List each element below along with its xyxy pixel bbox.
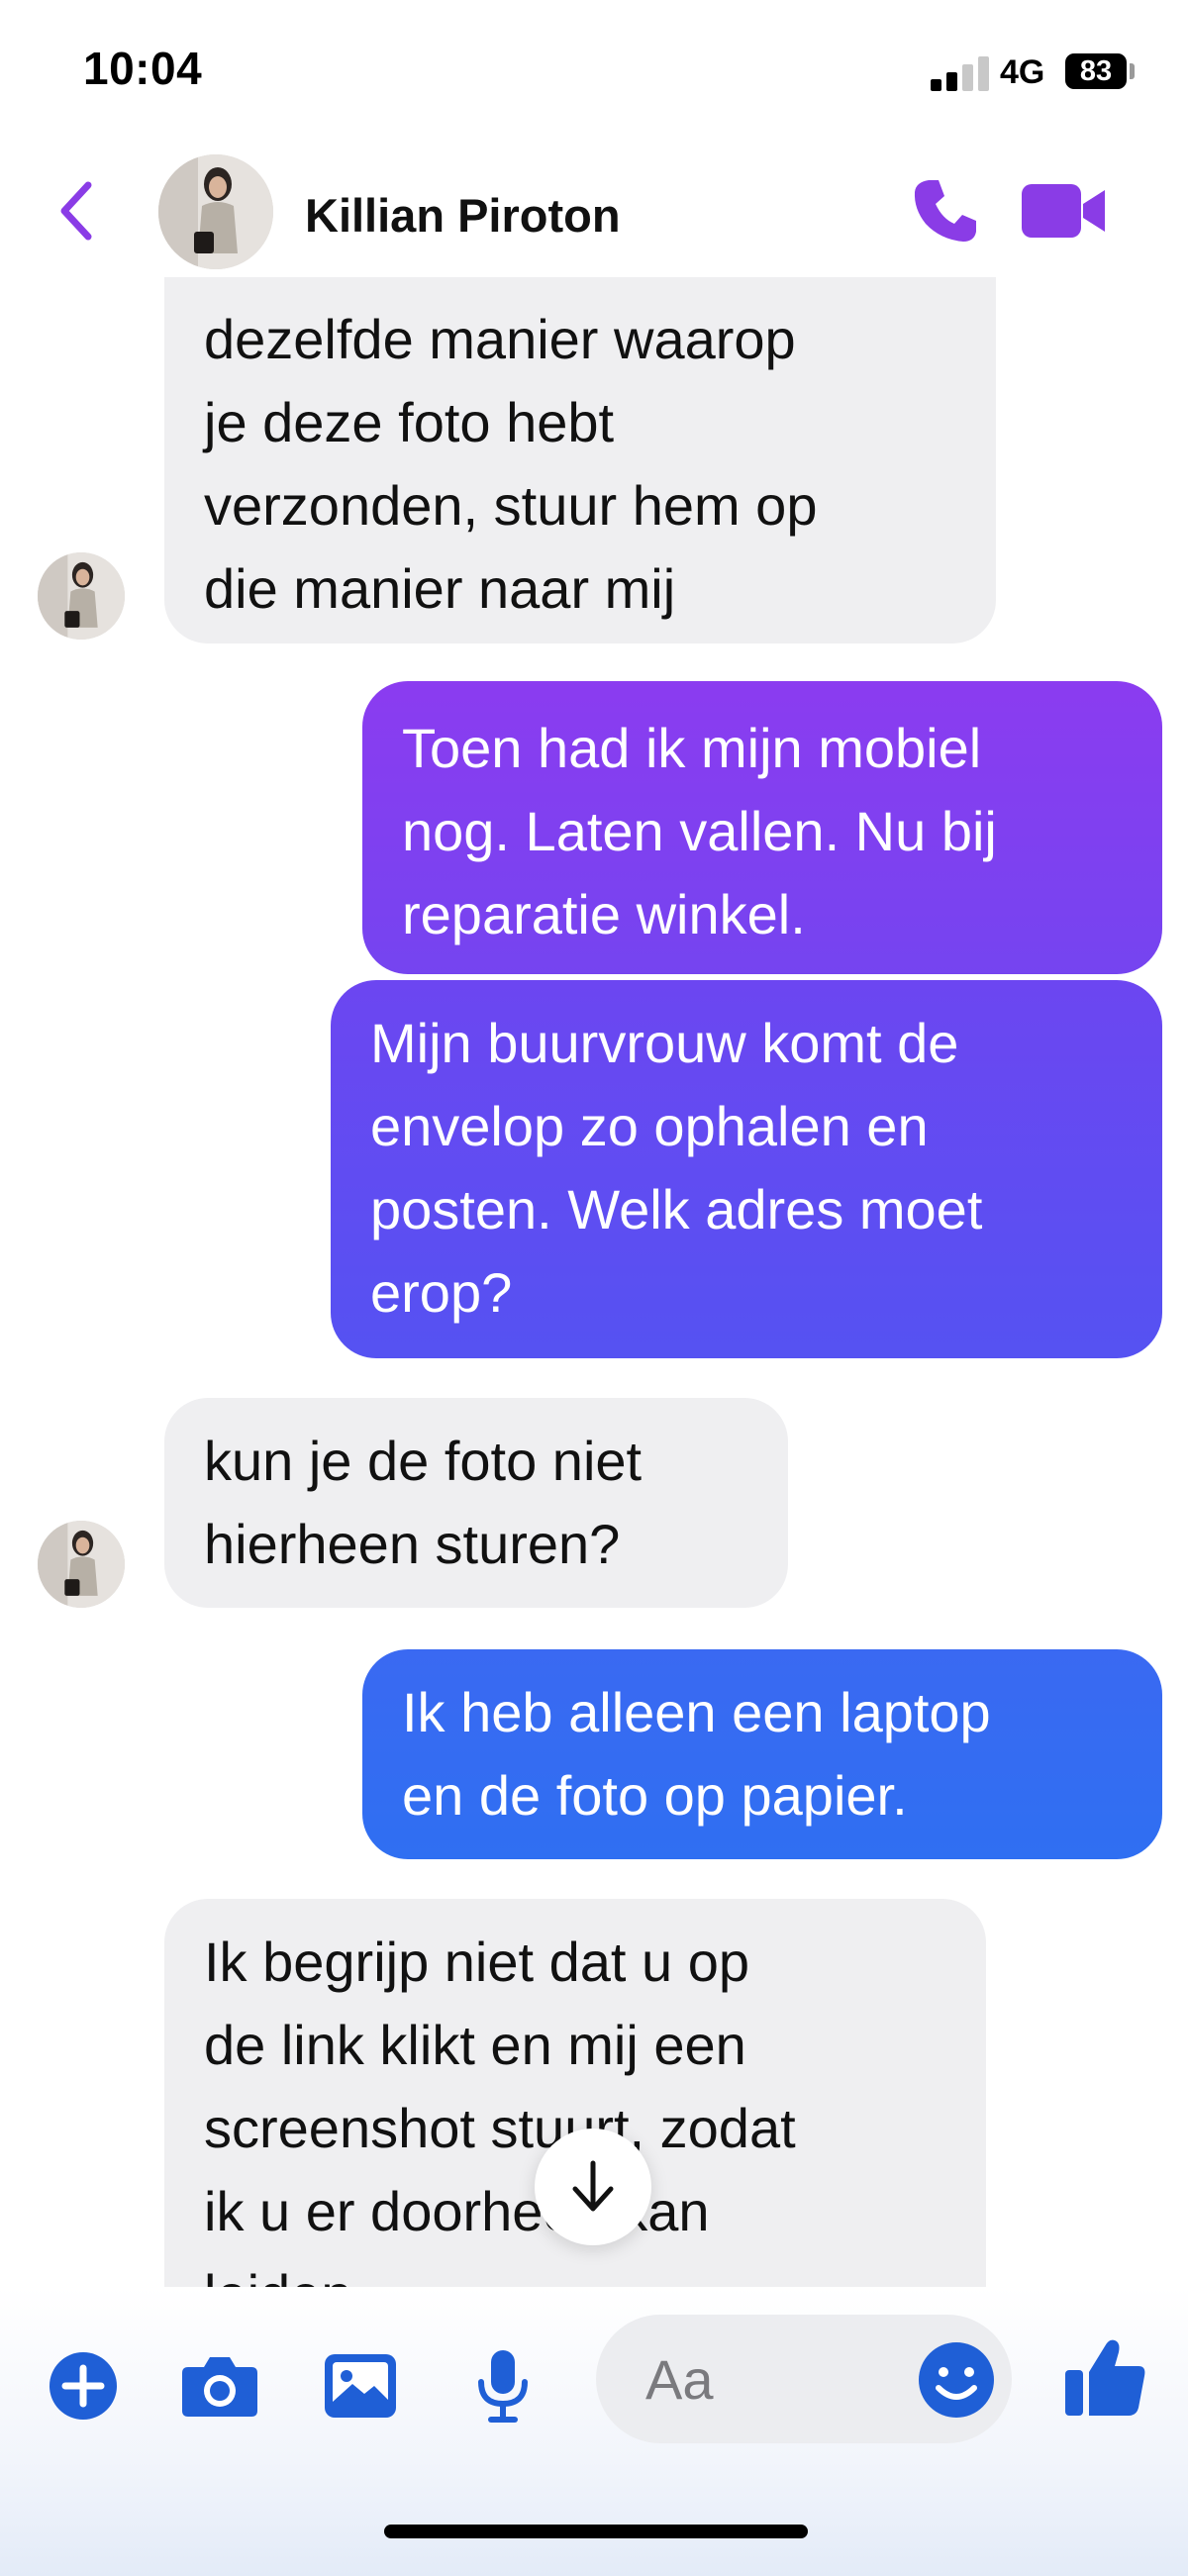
contact-avatar[interactable] [158,154,273,269]
like-button[interactable] [1061,2332,1150,2422]
outgoing-message[interactable]: Toen had ik mijn mobiel nog. Laten valle… [362,681,1162,974]
incoming-message[interactable]: dezelfde manier waarop je deze foto hebt… [164,277,996,644]
camera-icon [182,2357,257,2417]
incoming-message[interactable]: kun je de foto niet hierheen sturen? [164,1398,788,1608]
message-list[interactable]: dezelfde manier waarop je deze foto hebt… [0,277,1188,2287]
avatar-photo [158,154,273,269]
avatar-photo [38,1521,125,1608]
thumbs-up-icon [1065,2339,1145,2416]
audio-call-button[interactable] [909,174,982,248]
network-type: 4G [1000,53,1045,91]
avatar-photo [38,552,125,640]
image-icon [325,2354,396,2418]
voice-message-button[interactable] [461,2344,544,2427]
messenger-chat-screen: 10:04 4G 83 Killian Piroton dezelfde man… [0,0,1188,2576]
status-time: 10:04 [83,43,203,94]
chat-header: Killian Piroton [0,149,1188,277]
outgoing-message[interactable]: Mijn buurvrouw komt de envelop zo ophale… [331,980,1162,1358]
gallery-button[interactable] [319,2344,402,2427]
arrow-down-icon [572,2160,614,2212]
battery-icon: 83 [1065,53,1127,89]
sender-avatar[interactable] [38,552,125,640]
back-button[interactable] [51,174,101,248]
more-actions-button[interactable] [42,2344,125,2427]
home-indicator [384,2525,808,2538]
microphone-icon [478,2350,528,2423]
contact-name[interactable]: Killian Piroton [305,188,621,243]
cellular-signal-icon [931,55,992,91]
composer-bar [0,2287,1188,2576]
camera-button[interactable] [178,2344,261,2427]
video-call-button[interactable] [1020,178,1109,244]
video-camera-icon [1022,184,1105,238]
emoji-button[interactable] [915,2338,998,2422]
scroll-to-bottom-button[interactable] [535,2129,651,2245]
smiley-icon [919,2342,994,2418]
outgoing-message[interactable]: Ik heb alleen een laptop en de foto op p… [362,1649,1162,1859]
status-bar: 10:04 4G 83 [0,0,1188,149]
sender-avatar[interactable] [38,1521,125,1608]
phone-icon [914,180,976,242]
battery-tip [1130,63,1135,79]
back-chevron-icon [60,181,92,241]
plus-icon [50,2352,117,2420]
